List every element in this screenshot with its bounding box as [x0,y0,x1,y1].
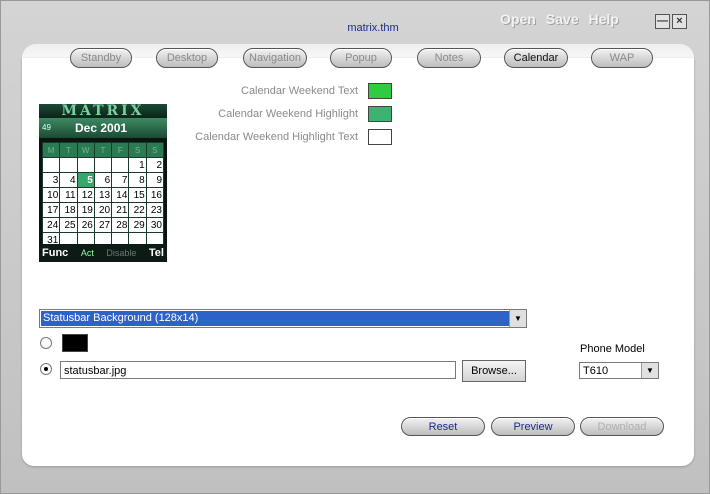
weekday-label: W [76,142,95,158]
month-label: Dec 2001 [75,121,128,135]
calendar-day: 27 [93,217,113,233]
chevron-down-icon[interactable]: ▼ [641,363,658,378]
softkey-tel: Tel [148,247,164,259]
calendar-day: 19 [76,202,95,218]
tab-wap[interactable]: WAP [591,48,653,68]
calendar-day-today: 5 [76,172,95,188]
weekday-header-row: M T W T F S S [41,142,165,158]
weekend-highlight-text-row: Calendar Weekend Highlight Text [195,129,392,145]
calendar-day: 20 [93,202,113,218]
calendar-week-row: 3 4 5 6 7 8 9 [41,172,165,188]
tab-calendar[interactable]: Calendar [504,48,568,68]
calendar-day: 7 [111,172,130,188]
calendar-day: 9 [145,172,165,188]
weekday-label: F [111,142,130,158]
file-option-radio[interactable] [40,363,52,375]
calendar-day: 1 [128,157,147,173]
radio-selected-dot [44,367,48,371]
weekend-highlight-text-swatch[interactable] [368,129,392,145]
calendar-day [76,157,95,173]
weekday-label: S [145,142,165,158]
preview-button[interactable]: Preview [491,417,575,436]
weekday-label: M [41,142,61,158]
calendar-day: 29 [128,217,147,233]
calendar-day: 15 [128,187,147,203]
calendar-day: 11 [59,187,78,203]
calendar-grid: M T W T F S S 1 2 3 4 5 6 7 8 9 10 11 12… [41,142,165,248]
weekday-label: T [59,142,78,158]
weekend-highlight-label: Calendar Weekend Highlight [218,108,358,120]
phone-model-select[interactable]: T610 ▼ [579,362,659,379]
weekend-text-swatch[interactable] [368,83,392,99]
week-number: 49 [42,123,51,132]
calendar-day: 25 [59,217,78,233]
background-color-swatch[interactable] [62,334,88,352]
tab-notes[interactable]: Notes [417,48,481,68]
calendar-day: 8 [128,172,147,188]
tab-navigation[interactable]: Navigation [243,48,307,68]
calendar-day: 12 [76,187,95,203]
calendar-week-row: 24 25 26 27 28 29 30 [41,217,165,233]
calendar-day: 13 [93,187,113,203]
calendar-day [41,157,61,173]
phone-softkeys: Func Act Disable Tel [39,244,167,262]
calendar-day: 28 [111,217,130,233]
weekend-text-label: Calendar Weekend Text [241,85,358,97]
softkey-act: Act [80,248,94,258]
calendar-week-row: 17 18 19 20 21 22 23 [41,202,165,218]
weekday-label: S [128,142,147,158]
calendar-day: 17 [41,202,61,218]
calendar-day: 18 [59,202,78,218]
browse-button[interactable]: Browse... [462,360,526,382]
calendar-day: 2 [145,157,165,173]
calendar-day: 23 [145,202,165,218]
calendar-day: 22 [128,202,147,218]
calendar-week-row: 10 11 12 13 14 15 16 [41,187,165,203]
phone-banner-logo: MATRIX [39,104,167,118]
element-select-value: Statusbar Background (128x14) [41,311,509,326]
calendar-day [59,157,78,173]
weekend-text-row: Calendar Weekend Text [241,83,392,99]
weekend-highlight-swatch[interactable] [368,106,392,122]
weekend-highlight-text-label: Calendar Weekend Highlight Text [195,131,358,143]
close-button[interactable]: × [672,14,687,29]
weekday-label: T [93,142,113,158]
tab-popup[interactable]: Popup [330,48,392,68]
window-title: matrix.thm [347,22,399,34]
calendar-day [111,157,130,173]
download-button[interactable]: Download [580,417,664,436]
color-option-radio[interactable] [40,337,52,349]
close-icon: × [676,15,683,27]
softkey-disable: Disable [106,248,137,258]
top-menu: Open Save Help [500,11,619,27]
calendar-day: 4 [59,172,78,188]
element-select[interactable]: Statusbar Background (128x14) ▼ [39,309,527,328]
help-menu[interactable]: Help [588,11,618,27]
calendar-day: 16 [145,187,165,203]
calendar-day: 3 [41,172,61,188]
tab-desktop[interactable]: Desktop [156,48,218,68]
reset-button[interactable]: Reset [401,417,485,436]
calendar-day: 10 [41,187,61,203]
calendar-day: 6 [93,172,113,188]
calendar-week-row: 1 2 [41,157,165,173]
weekend-highlight-row: Calendar Weekend Highlight [218,106,392,122]
chevron-down-icon[interactable]: ▼ [509,310,526,327]
save-menu[interactable]: Save [546,11,579,27]
tab-standby[interactable]: Standby [70,48,132,68]
open-menu[interactable]: Open [500,11,536,27]
phone-preview: MATRIX 49 Dec 2001 M T W T F S S 1 2 3 4… [39,104,167,262]
phone-model-value: T610 [583,365,609,377]
minimize-button[interactable]: — [655,14,670,29]
calendar-day: 21 [111,202,130,218]
image-file-field[interactable]: statusbar.jpg [60,361,456,379]
calendar-day: 14 [111,187,130,203]
minimize-icon: — [657,15,668,27]
softkey-func: Func [42,247,69,259]
calendar-day [93,157,113,173]
calendar-day: 24 [41,217,61,233]
phone-model-label: Phone Model [580,343,645,355]
calendar-day: 30 [145,217,165,233]
calendar-day: 26 [76,217,95,233]
